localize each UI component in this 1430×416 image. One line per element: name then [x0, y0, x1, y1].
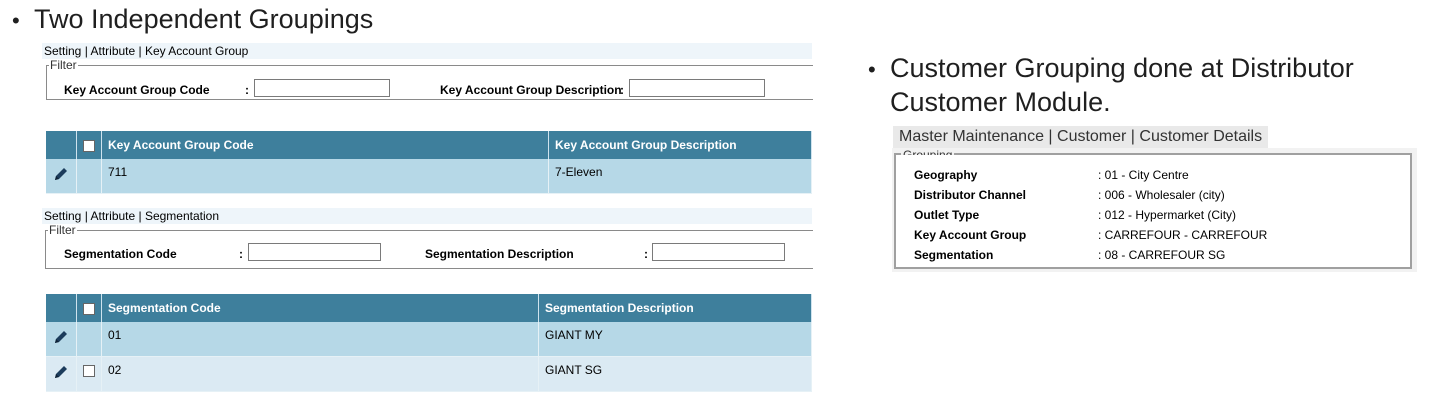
- kag-table: Key Account Group Code Key Account Group…: [46, 131, 812, 194]
- field-key: Distributor Channel: [914, 188, 1027, 202]
- bullet-dot: •: [868, 57, 876, 82]
- edit-cell[interactable]: [46, 356, 77, 392]
- select-all-header: [76, 131, 102, 159]
- right-bullet-line2: Customer Module.: [890, 87, 1111, 117]
- select-cell: [76, 322, 102, 357]
- field-value: : CARREFOUR - CARREFOUR: [1098, 228, 1268, 242]
- colon: :: [620, 83, 624, 97]
- right-bullet: • Customer Grouping done at Distributor: [868, 52, 1354, 86]
- seg-desc-cell: GIANT SG: [538, 356, 812, 392]
- kag-code-label: Key Account Group Code: [64, 83, 210, 97]
- kag-code-cell: 711: [101, 159, 549, 194]
- filter-legend: Filter: [50, 58, 77, 72]
- checkbox-icon[interactable]: [83, 302, 95, 315]
- column-header: Segmentation Code: [101, 294, 539, 322]
- filter-legend: Filter: [49, 223, 76, 237]
- table-row[interactable]: 02 GIANT SG: [46, 356, 812, 392]
- key-account-group-panel: Setting | Attribute | Key Account Group …: [40, 42, 813, 194]
- field-value: : 01 - City Centre: [1098, 168, 1189, 182]
- customer-details-panel: Grouping Geography : 01 - City Centre Di…: [892, 148, 1417, 272]
- left-bullet: • Two Independent Groupings: [12, 3, 373, 37]
- select-all-header: [76, 294, 102, 322]
- pencil-icon[interactable]: [52, 328, 70, 346]
- kag-desc-input[interactable]: [629, 79, 765, 97]
- seg-desc-input[interactable]: [652, 243, 785, 261]
- seg-code-label: Segmentation Code: [64, 247, 177, 261]
- right-bullet-line1: Customer Grouping done at Distributor: [890, 53, 1354, 83]
- seg-code-cell: 02: [101, 356, 539, 392]
- seg-desc-label: Segmentation Description: [425, 247, 574, 261]
- breadcrumb: Setting | Attribute | Segmentation: [42, 208, 812, 224]
- kag-code-input[interactable]: [254, 79, 390, 97]
- checkbox-icon[interactable]: [83, 139, 95, 152]
- breadcrumb: Setting | Attribute | Key Account Group: [42, 43, 812, 59]
- table-row[interactable]: 01 GIANT MY: [46, 322, 812, 357]
- column-header: Key Account Group Code: [101, 131, 549, 159]
- customer-breadcrumb: Master Maintenance | Customer | Customer…: [893, 126, 1269, 148]
- column-header: Segmentation Description: [538, 294, 812, 322]
- edit-col-header: [46, 131, 77, 159]
- left-bullet-text: Two Independent Groupings: [34, 4, 374, 34]
- seg-code-input[interactable]: [248, 243, 381, 261]
- kag-desc-cell: 7-Eleven: [548, 159, 812, 194]
- seg-code-cell: 01: [101, 322, 539, 357]
- select-cell: [76, 159, 102, 194]
- edit-cell[interactable]: [46, 322, 77, 357]
- field-key: Outlet Type: [914, 208, 980, 222]
- colon: :: [644, 247, 648, 261]
- checkbox-icon[interactable]: [83, 364, 95, 377]
- pencil-icon[interactable]: [52, 165, 70, 183]
- kag-desc-label: Key Account Group Description: [440, 83, 622, 97]
- field-value: : 012 - Hypermarket (City): [1098, 208, 1237, 222]
- edit-col-header: [46, 294, 77, 322]
- colon: :: [239, 247, 243, 261]
- field-value: : 08 - CARREFOUR SG: [1098, 248, 1226, 262]
- field-key: Geography: [914, 168, 978, 182]
- colon: :: [245, 83, 249, 97]
- field-key: Key Account Group: [914, 228, 1027, 242]
- edit-cell[interactable]: [46, 159, 77, 194]
- column-header: Key Account Group Description: [548, 131, 812, 159]
- table-row[interactable]: 711 7-Eleven: [46, 159, 812, 194]
- seg-table: Segmentation Code Segmentation Descripti…: [46, 294, 812, 392]
- field-value: : 006 - Wholesaler (city): [1098, 188, 1225, 202]
- grouping-content: Geography : 01 - City Centre Distributor…: [896, 155, 1408, 265]
- field-key: Segmentation: [914, 248, 994, 262]
- seg-desc-cell: GIANT MY: [538, 322, 812, 357]
- segmentation-panel: Setting | Attribute | Segmentation Filte…: [40, 207, 813, 392]
- pencil-icon[interactable]: [52, 363, 70, 381]
- bullet-dot: •: [12, 8, 20, 33]
- select-cell[interactable]: [76, 356, 102, 392]
